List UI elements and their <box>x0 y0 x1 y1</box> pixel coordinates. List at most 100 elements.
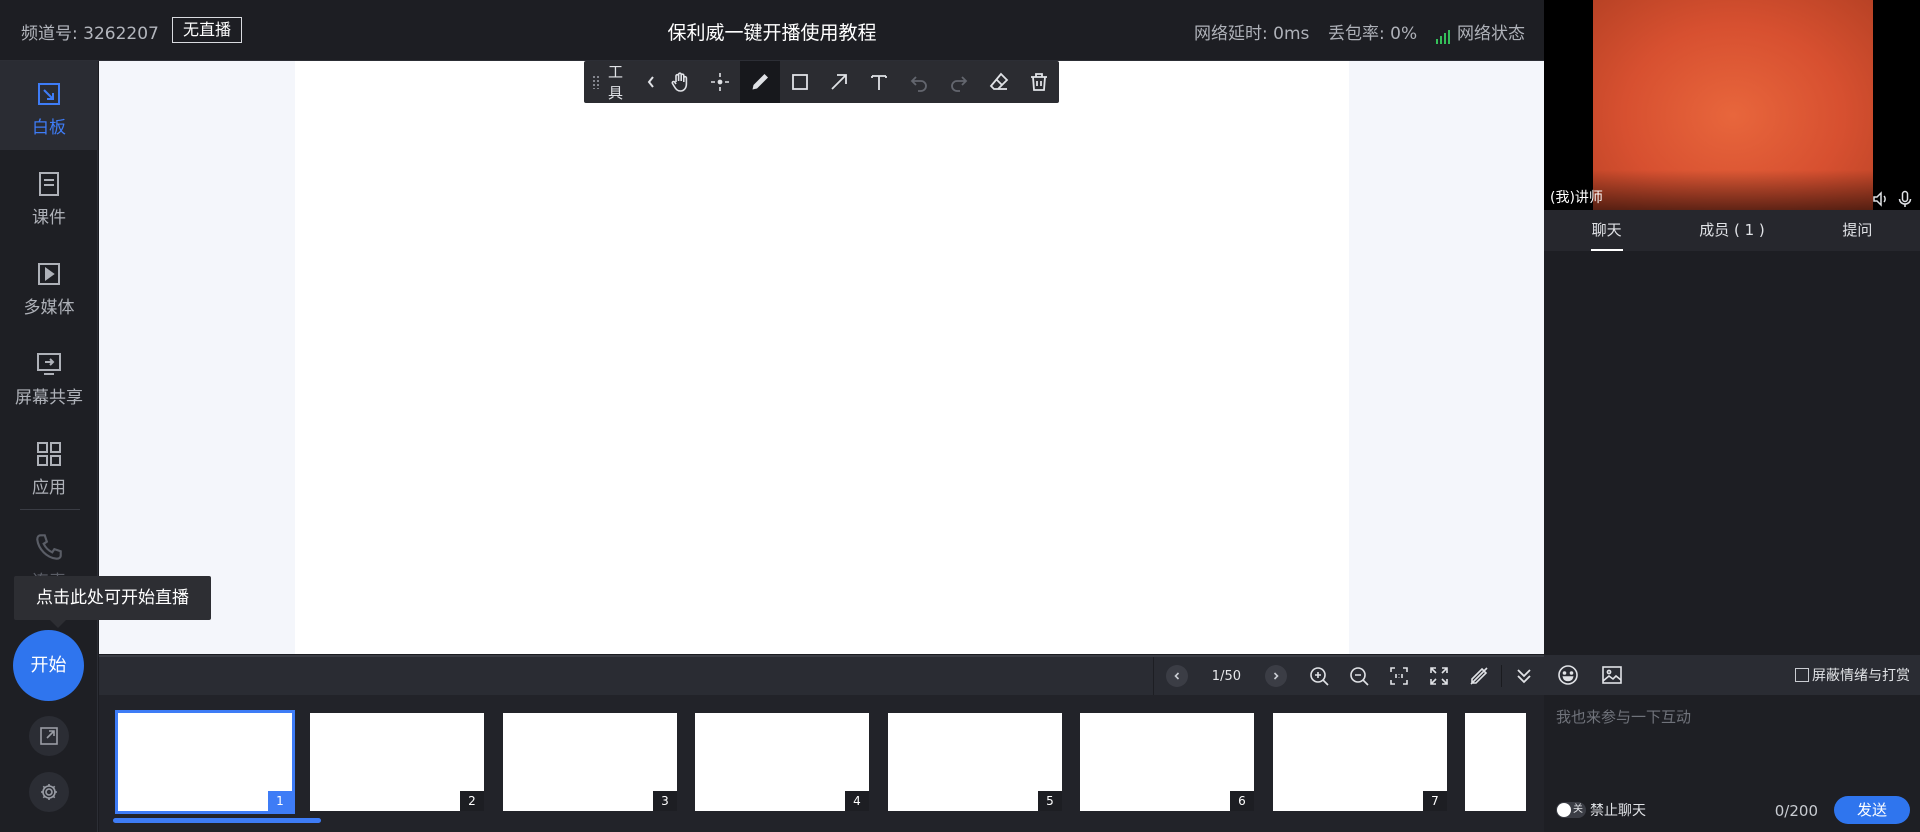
chat-input-area[interactable]: 我也来参与一下互动 关 禁止聊天 0/200 发送 <box>1544 695 1920 832</box>
tool-laser-pointer[interactable] <box>700 61 740 103</box>
toolbar-label: 工具 <box>607 63 623 102</box>
fullscreen-icon <box>1430 667 1448 685</box>
tool-pen[interactable] <box>739 61 780 103</box>
image-button[interactable] <box>1592 655 1632 695</box>
start-live-button[interactable]: 开始 <box>13 630 84 701</box>
tool-redo[interactable] <box>939 61 979 103</box>
actual-size-icon <box>1390 667 1408 685</box>
courseware-icon <box>39 172 59 196</box>
emoji-icon <box>1558 665 1578 685</box>
thumbnail-page[interactable]: 2 <box>310 713 484 811</box>
top-bar: 频道号: 3262207 无直播 保利威一键开播使用教程 网络延时: 0ms 丢… <box>0 0 1544 61</box>
sidebar-item-screen-share[interactable]: 屏幕共享 <box>0 331 98 420</box>
video-controls <box>1872 190 1914 208</box>
toolbar-collapse-button[interactable] <box>642 61 660 103</box>
collapse-thumbnails-button[interactable] <box>1504 657 1544 695</box>
live-status-badge: 无直播 <box>172 17 243 43</box>
tool-arrow[interactable] <box>820 61 860 103</box>
pagebar-separator <box>1501 665 1502 687</box>
apps-icon <box>37 442 61 466</box>
network-status-label: 网络状态 <box>1457 24 1525 44</box>
tool-rectangle[interactable] <box>780 61 820 103</box>
zoom-in-button[interactable] <box>1299 657 1339 695</box>
thumbnail-strip: 1 2 3 4 5 6 7 <box>99 695 1544 832</box>
drag-handle[interactable] <box>592 75 600 89</box>
fullscreen-button[interactable] <box>1419 657 1459 695</box>
tool-clear[interactable] <box>1019 61 1059 103</box>
sidebar-item-multimedia[interactable]: 多媒体 <box>0 241 98 330</box>
sidebar-item-label: 课件 <box>32 208 66 228</box>
sidebar-item-courseware[interactable]: 课件 <box>0 151 98 240</box>
send-button[interactable]: 发送 <box>1834 796 1910 824</box>
mute-chat-toggle[interactable]: 关 <box>1556 802 1586 818</box>
emoji-button[interactable] <box>1548 655 1588 695</box>
sidebar-item-label: 屏幕共享 <box>15 388 83 408</box>
start-live-tooltip: 点击此处可开始直播 <box>14 576 211 628</box>
sidebar-item-whiteboard[interactable]: 白板 <box>0 61 98 150</box>
speaker-icon[interactable] <box>1872 190 1890 208</box>
thumbnail-page[interactable]: 6 <box>1080 713 1254 811</box>
teacher-video: (我)讲师 <box>1544 0 1920 210</box>
whiteboard-canvas[interactable] <box>295 61 1349 654</box>
gear-icon <box>41 784 57 800</box>
thumbnail-scrollbar[interactable] <box>113 818 321 823</box>
sidebar-divider <box>20 509 80 510</box>
tool-undo[interactable] <box>899 61 939 103</box>
zoom-in-icon <box>1310 667 1329 686</box>
thumbnail-number: 6 <box>1230 791 1254 811</box>
thumbnail-page[interactable]: 7 <box>1273 713 1447 811</box>
next-page-button[interactable] <box>1265 665 1287 687</box>
thumbnail-page-partial[interactable] <box>1465 713 1526 811</box>
microphone-icon[interactable] <box>1896 190 1914 208</box>
annotation-toggle-button[interactable] <box>1459 657 1499 695</box>
actual-size-button[interactable] <box>1379 657 1419 695</box>
block-emotion-checkbox[interactable] <box>1795 668 1809 682</box>
char-count: 0/200 <box>1774 802 1818 820</box>
side-tabs: 聊天 成员 ( 1 ) 提问 <box>1544 210 1920 251</box>
chat-toolbar: 屏蔽情绪与打赏 <box>1544 655 1920 695</box>
pen-off-icon <box>1470 667 1488 685</box>
trash-icon <box>1031 73 1047 91</box>
mute-chat-control: 关 禁止聊天 <box>1556 800 1646 820</box>
toggle-knob <box>1557 803 1571 817</box>
image-icon <box>1602 666 1622 684</box>
page-indicator: 1/50 <box>1211 668 1241 684</box>
arrow-icon <box>831 74 848 90</box>
zoom-out-button[interactable] <box>1339 657 1379 695</box>
thumbnail-number: 2 <box>460 791 484 811</box>
tool-text[interactable] <box>859 61 899 103</box>
settings-button[interactable] <box>29 772 69 812</box>
popout-button[interactable] <box>29 716 69 756</box>
packet-loss: 丢包率: 0% <box>1328 24 1418 44</box>
sidebar-item-apps[interactable]: 应用 <box>0 421 98 510</box>
thumbnail-page[interactable]: 3 <box>503 713 677 811</box>
tab-members[interactable]: 成员 ( 1 ) <box>1669 210 1794 251</box>
video-user-name: (我)讲师 <box>1550 190 1603 206</box>
redo-icon <box>951 76 968 92</box>
tab-questions[interactable]: 提问 <box>1795 210 1920 251</box>
network-status-button[interactable]: 网络状态 <box>1436 19 1525 44</box>
chat-messages[interactable] <box>1544 251 1920 655</box>
chevron-left-icon <box>647 76 654 88</box>
tool-hand[interactable] <box>660 61 700 103</box>
phone-icon <box>36 534 62 560</box>
sidebar-item-label: 应用 <box>32 478 66 498</box>
block-emotion-reward-toggle[interactable]: 屏蔽情绪与打赏 <box>1795 665 1910 685</box>
zoom-out-icon <box>1350 667 1369 686</box>
thumbnail-page[interactable]: 4 <box>695 713 869 811</box>
thumbnail-page[interactable]: 5 <box>888 713 1062 811</box>
prev-page-button[interactable] <box>1165 665 1188 687</box>
external-link-icon <box>40 727 58 745</box>
laser-pointer-icon <box>710 73 729 91</box>
hand-icon <box>671 72 688 92</box>
screen-share-icon <box>37 353 61 375</box>
pen-icon <box>752 74 768 90</box>
tab-chat[interactable]: 聊天 <box>1544 210 1669 251</box>
tool-eraser[interactable] <box>979 61 1019 103</box>
sidebar-item-label: 白板 <box>32 118 66 138</box>
sidebar-item-label: 多媒体 <box>23 298 75 318</box>
thumbnail-page[interactable]: 1 <box>115 710 295 814</box>
text-icon <box>871 75 888 90</box>
block-emotion-label: 屏蔽情绪与打赏 <box>1812 668 1910 684</box>
thumbnail-number: 5 <box>1038 791 1062 811</box>
